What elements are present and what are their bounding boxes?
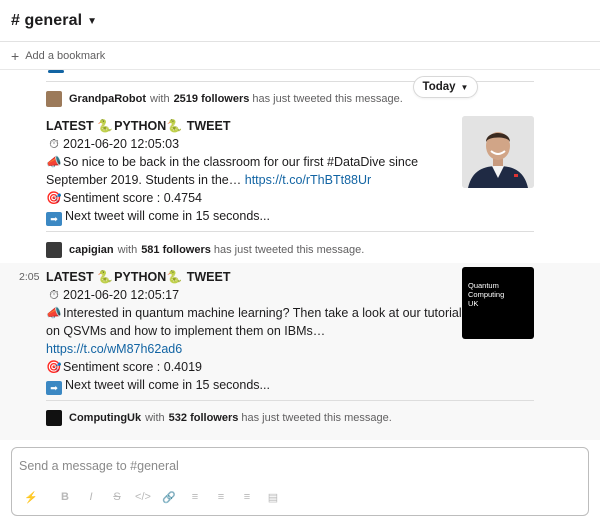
context-suffix: has just tweeted this message.	[241, 412, 392, 424]
next-tweet-text: Next tweet will come in 15 seconds...	[65, 209, 270, 223]
italic-icon[interactable]: I	[78, 488, 104, 506]
message-composer[interactable]: ⚡ B I S </> 🔗 ≡ ≡ ≡ ▤	[11, 447, 589, 516]
message-input[interactable]	[19, 457, 579, 475]
tweet-context: GrandpaRobot with 2519 followers has jus…	[46, 90, 403, 108]
message-title: LATEST 🐍PYTHON🐍 TWEET	[46, 268, 230, 286]
tweet-image[interactable]	[462, 116, 534, 188]
plus-icon[interactable]: +	[11, 49, 19, 63]
tweet-timestamp: 2021-06-20 12:05:03	[63, 137, 180, 151]
next-tweet-text: Next tweet will come in 15 seconds...	[65, 378, 270, 392]
avatar[interactable]	[46, 242, 62, 258]
sentiment-line: 🎯Sentiment score : 0.4019	[46, 358, 202, 376]
soon-icon: ➡	[46, 381, 62, 395]
tweet-image[interactable]: Quantum Computing UK	[462, 267, 534, 339]
person-photo-icon	[462, 116, 534, 188]
code-icon[interactable]: </>	[130, 488, 156, 506]
megaphone-icon: 📣	[46, 155, 62, 169]
context-with: with	[145, 412, 165, 424]
divider	[46, 400, 534, 401]
image-caption: Computing	[468, 290, 505, 299]
image-caption: UK	[468, 299, 479, 308]
tweet-link[interactable]: https://t.co/rThBTt88Ur	[245, 173, 371, 187]
avatar[interactable]	[46, 91, 62, 107]
attachment-edge	[48, 70, 64, 73]
title-part: PYTHON	[114, 270, 167, 284]
title-part: LATEST	[46, 270, 98, 284]
tweet-link-line: https://t.co/wM87h62ad6	[46, 340, 182, 358]
divider	[46, 231, 534, 232]
stopwatch-icon: ⏱	[49, 137, 59, 151]
title-part: TWEET	[183, 119, 231, 133]
tweet-timestamp-line: ⏱ 2021-06-20 12:05:17	[46, 286, 179, 304]
tweet-text-line: September 2019. Students in the… https:/…	[46, 171, 371, 189]
channel-name[interactable]: # general	[11, 12, 82, 30]
message-time[interactable]: 2:05	[19, 271, 39, 283]
message[interactable]: 2:05 LATEST 🐍PYTHON🐍 TWEET ⏱ 2021-06-20 1…	[0, 263, 600, 440]
tweet-text: Interested in quantum machine learning? …	[63, 306, 462, 320]
context-suffix: has just tweeted this message.	[252, 93, 403, 105]
tweet-timestamp: 2021-06-20 12:05:17	[63, 288, 180, 302]
title-part: LATEST	[46, 119, 98, 133]
tweet-context: ComputingUk with 532 followers has just …	[46, 409, 392, 427]
code-block-icon[interactable]: ▤	[260, 488, 286, 506]
bookmark-bar: + Add a bookmark	[0, 42, 600, 70]
soon-icon: ➡	[46, 212, 62, 226]
quote-icon[interactable]: ≡	[234, 488, 260, 506]
title-part: PYTHON	[114, 119, 167, 133]
context-followers: 2519 followers	[173, 93, 250, 105]
snake-icon: 🐍	[166, 119, 183, 133]
shortcuts-lightning-icon[interactable]: ⚡	[22, 488, 40, 506]
megaphone-icon: 📣	[46, 306, 62, 320]
title-part: TWEET	[183, 270, 231, 284]
target-icon: 🎯	[46, 360, 62, 374]
snake-icon: 🐍	[97, 270, 113, 284]
stopwatch-icon: ⏱	[49, 288, 59, 302]
sentiment-score: Sentiment score : 0.4019	[63, 360, 202, 374]
tweet-link[interactable]: https://t.co/wM87h62ad6	[46, 342, 182, 356]
link-icon[interactable]: 🔗	[156, 488, 182, 506]
tweet-text-line: on QSVMs and how to implement them on IB…	[46, 322, 325, 340]
tweet-text-line: 📣So nice to be back in the classroom for…	[46, 153, 418, 171]
channel-header: # general ▼	[0, 0, 600, 42]
tweet-text: September 2019. Students in the…	[46, 173, 245, 187]
image-caption: Quantum	[468, 281, 499, 290]
context-user[interactable]: ComputingUk	[69, 412, 141, 424]
chevron-down-icon[interactable]: ▼	[87, 16, 97, 27]
sentiment-score: Sentiment score : 0.4754	[63, 191, 202, 205]
strikethrough-icon[interactable]: S	[104, 488, 130, 506]
message-title: LATEST 🐍PYTHON🐍 TWEET	[46, 117, 230, 135]
target-icon: 🎯	[46, 191, 62, 205]
formatting-toolbar: ⚡ B I S </> 🔗 ≡ ≡ ≡ ▤	[22, 488, 286, 506]
bold-icon[interactable]: B	[52, 488, 78, 506]
tweet-context: capigian with 581 followers has just twe…	[46, 241, 364, 259]
bulleted-list-icon[interactable]: ≡	[208, 488, 234, 506]
avatar[interactable]	[46, 410, 62, 426]
tweet-text-line: 📣Interested in quantum machine learning?…	[46, 304, 462, 322]
context-followers: 581 followers	[141, 244, 211, 256]
tweet-timestamp-line: ⏱ 2021-06-20 12:05:03	[46, 135, 179, 153]
message-list[interactable]: Today ▼ GrandpaRobot with 2519 followers…	[0, 70, 600, 440]
context-user[interactable]: GrandpaRobot	[69, 93, 146, 105]
context-user[interactable]: capigian	[69, 244, 114, 256]
add-bookmark-link[interactable]: Add a bookmark	[25, 50, 105, 62]
context-suffix: has just tweeted this message.	[213, 244, 365, 256]
ordered-list-icon[interactable]: ≡	[182, 488, 208, 506]
date-divider-label: Today	[422, 81, 456, 93]
context-followers: 532 followers	[168, 412, 239, 424]
next-tweet-line: ➡ Next tweet will come in 15 seconds...	[46, 376, 270, 395]
chevron-down-icon: ▼	[460, 82, 469, 92]
snake-icon: 🐍	[166, 270, 183, 284]
next-tweet-line: ➡ Next tweet will come in 15 seconds...	[46, 207, 270, 226]
context-with: with	[150, 93, 170, 105]
message[interactable]: LATEST 🐍PYTHON🐍 TWEET ⏱ 2021-06-20 12:05:…	[0, 112, 600, 232]
context-with: with	[117, 244, 138, 256]
tweet-text: on QSVMs and how to implement them on IB…	[46, 324, 326, 338]
snake-icon: 🐍	[97, 119, 113, 133]
tweet-text: So nice to be back in the classroom for …	[63, 155, 419, 169]
sentiment-line: 🎯Sentiment score : 0.4754	[46, 189, 202, 207]
date-divider-today[interactable]: Today ▼	[413, 76, 478, 98]
